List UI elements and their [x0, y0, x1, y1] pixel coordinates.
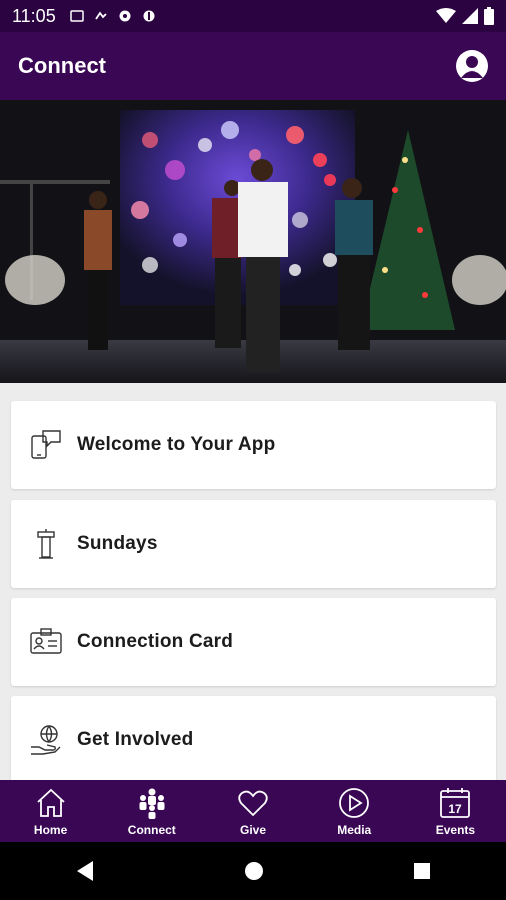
notification-icon — [69, 10, 84, 22]
nav-label: Events — [435, 823, 476, 837]
nav-give[interactable]: Give — [202, 780, 303, 842]
card-label: Welcome to Your App — [77, 434, 276, 455]
profile-button[interactable] — [456, 50, 488, 82]
wifi-icon — [436, 8, 456, 23]
back-icon[interactable] — [75, 860, 95, 882]
recents-icon[interactable] — [413, 862, 431, 880]
page-title: Connect — [18, 53, 106, 78]
app-bar: Connect — [0, 32, 506, 100]
card-connection[interactable]: Connection Card — [11, 598, 496, 686]
status-time: 11:05 — [12, 5, 56, 26]
status-bar: 11:05 — [0, 0, 506, 32]
status-right-icons — [436, 7, 494, 25]
heart-icon — [238, 790, 268, 817]
signal-icon — [462, 8, 478, 24]
bottom-nav: Home Connect Give Media 17 Events — [0, 780, 506, 842]
calendar-icon: 17 — [440, 788, 471, 818]
stage-photo — [0, 100, 506, 383]
card-list: Welcome to Your App Sundays Connection C — [0, 383, 506, 780]
card-label: Get Involved — [77, 729, 194, 750]
calendar-day: 17 — [449, 802, 463, 816]
card-welcome[interactable]: Welcome to Your App — [11, 401, 496, 489]
card-sundays[interactable]: Sundays — [11, 500, 496, 588]
nav-media[interactable]: Media — [304, 780, 405, 842]
notification-icon — [143, 10, 155, 22]
system-nav-bar — [0, 842, 506, 900]
notification-icons — [69, 9, 156, 23]
home-circle-icon[interactable] — [244, 861, 264, 881]
notification-icon — [119, 10, 131, 22]
id-card-icon — [29, 625, 63, 659]
podium-icon — [29, 527, 63, 561]
card-label: Sundays — [77, 533, 158, 554]
play-icon — [339, 788, 370, 818]
home-icon — [36, 788, 65, 817]
globe-hand-icon — [29, 723, 63, 757]
nav-home[interactable]: Home — [0, 780, 101, 842]
nav-label: Media — [337, 823, 372, 837]
nav-label: Connect — [127, 823, 176, 837]
card-label: Connection Card — [77, 631, 234, 652]
nav-label: Home — [33, 823, 68, 837]
notification-icon — [94, 11, 107, 20]
nav-events[interactable]: 17 Events — [405, 780, 506, 842]
battery-icon — [484, 7, 494, 25]
user-icon — [461, 56, 483, 78]
people-icon — [139, 788, 165, 819]
nav-connect[interactable]: Connect — [101, 780, 202, 842]
chat-phone-icon — [29, 428, 63, 462]
hero-image — [0, 100, 506, 383]
nav-label: Give — [240, 823, 267, 837]
card-get-involved[interactable]: Get Involved — [11, 696, 496, 780]
